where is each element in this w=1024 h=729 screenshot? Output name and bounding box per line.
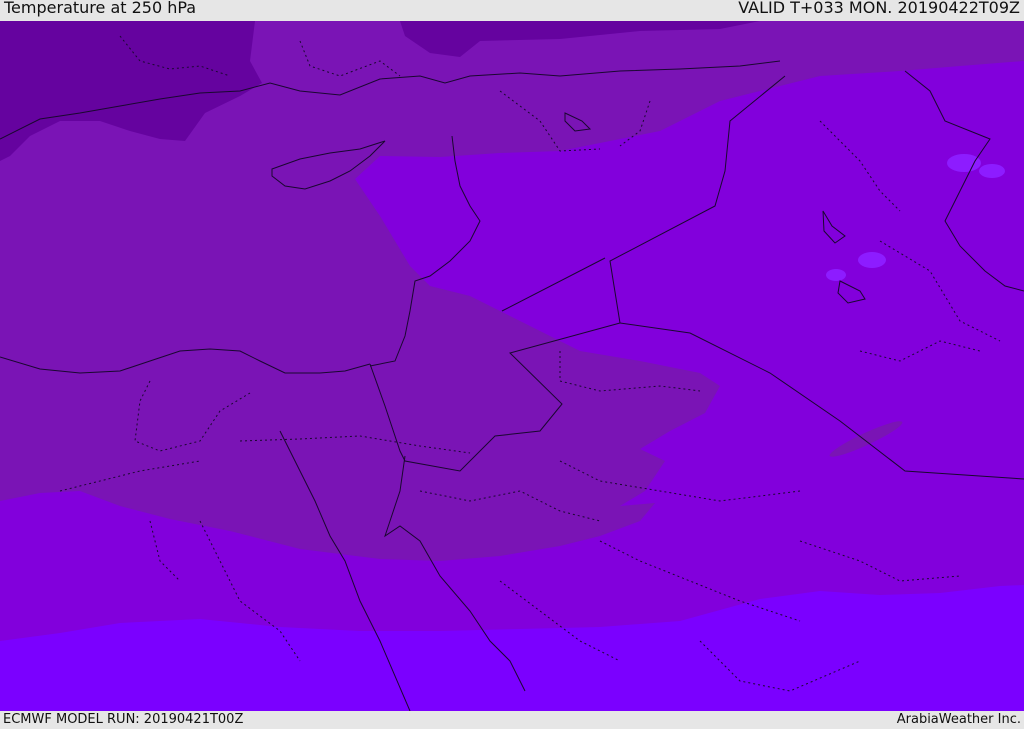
temperature-map-svg: [0, 21, 1024, 711]
model-run: ECMWF MODEL RUN: 20190421T00Z: [3, 712, 244, 727]
valid-time: VALID T+033 MON. 20190422T09Z: [738, 0, 1020, 17]
warm-blob-1: [947, 154, 981, 172]
warm-blob-2: [979, 164, 1005, 178]
map-title: Temperature at 250 hPa: [4, 0, 197, 17]
credit-text: ArabiaWeather Inc.: [896, 712, 1021, 727]
warm-blob-3: [858, 252, 886, 268]
warm-blob-4: [826, 269, 846, 281]
footer-bar: ECMWF MODEL RUN: 20190421T00Z ArabiaWeat…: [0, 711, 1024, 729]
header-bar: Temperature at 250 hPa VALID T+033 MON. …: [0, 0, 1024, 21]
weather-map[interactable]: [0, 21, 1024, 711]
